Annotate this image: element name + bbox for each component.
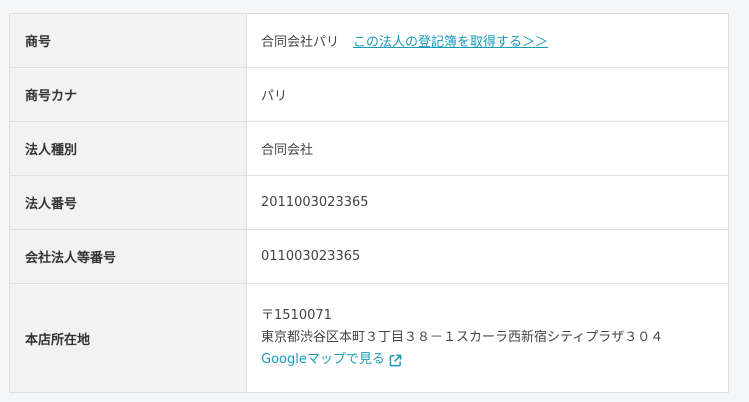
row-label: 本店所在地 — [9, 283, 247, 393]
external-link-icon — [389, 354, 402, 366]
postal-code: 〒1510071 — [261, 308, 332, 323]
row-value: 011003023365 — [246, 229, 729, 284]
company-name: 合同会社パリ — [261, 35, 340, 50]
table-row: 法人番号 2011003023365 — [9, 175, 729, 230]
row-label: 会社法人等番号 — [9, 229, 247, 284]
table-row: 法人種別 合同会社 — [9, 121, 729, 176]
get-registry-link[interactable]: この法人の登記簿を取得する＞＞ — [353, 35, 548, 50]
table-row: 本店所在地 〒1510071 東京都渋谷区本町３丁目３８－１スカーラ西新宿シティ… — [9, 283, 729, 393]
row-value: パリ — [246, 67, 729, 122]
row-label: 法人番号 — [9, 175, 247, 230]
company-info-table: 商号 合同会社パリ この法人の登記簿を取得する＞＞ 商号カナ パリ 法人種別 合同… — [9, 13, 729, 393]
table-row: 商号 合同会社パリ この法人の登記簿を取得する＞＞ — [9, 13, 729, 68]
table-row: 会社法人等番号 011003023365 — [9, 229, 729, 284]
google-map-link-label: Googleマップで見る — [261, 352, 385, 367]
address: 東京都渋谷区本町３丁目３８－１スカーラ西新宿シティプラザ３０４ — [261, 330, 664, 345]
row-value-cell: 合同会社パリ この法人の登記簿を取得する＞＞ — [246, 13, 729, 68]
address-cell: 〒1510071 東京都渋谷区本町３丁目３８－１スカーラ西新宿シティプラザ３０４… — [246, 283, 729, 393]
row-label: 商号 — [9, 13, 247, 68]
row-label: 法人種別 — [9, 121, 247, 176]
row-value: 合同会社 — [246, 121, 729, 176]
google-map-link[interactable]: Googleマップで見る — [261, 349, 402, 371]
table-row: 商号カナ パリ — [9, 67, 729, 122]
row-value: 2011003023365 — [246, 175, 729, 230]
row-label: 商号カナ — [9, 67, 247, 122]
